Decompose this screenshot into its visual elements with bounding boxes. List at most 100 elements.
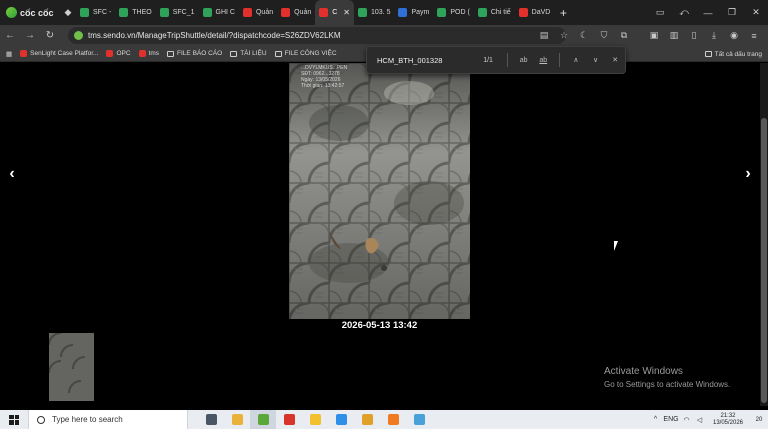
clock[interactable]: 21:32 13/05/2026 xyxy=(706,413,750,427)
find-previous-icon[interactable]: ∧ xyxy=(566,56,586,64)
back-icon[interactable]: ← xyxy=(0,30,20,41)
all-bookmarks[interactable]: Tất cả dấu trang xyxy=(704,46,762,62)
apps-grid-icon[interactable]: ▦ xyxy=(6,50,12,58)
reader-mode-icon[interactable]: ▤ xyxy=(534,30,554,41)
taskbar-app-coccoc[interactable] xyxy=(250,410,276,429)
firefox-icon xyxy=(387,414,399,425)
tab-1[interactable]: THEO xyxy=(115,0,155,25)
dark-mode-icon[interactable]: ☾ xyxy=(574,30,594,41)
shield-icon[interactable]: ⛉ xyxy=(594,30,614,41)
vertical-scrollbar[interactable] xyxy=(760,63,768,406)
site-info-icon[interactable] xyxy=(74,31,83,40)
bookmark-label: FILE BÁO CÁO xyxy=(177,50,223,57)
bookmark-3[interactable]: FILE BÁO CÁO xyxy=(167,50,222,57)
toolbar-actions: ▤ ☆ ☾ ⛉ ⧉ ▣ ▥ ▯ ⤓ ◉ ≡ xyxy=(534,25,764,46)
tabs: SFC - THEO SFC_1 GHI C Quản Quản C ✕ 103. 5 Paym P… xyxy=(76,0,554,25)
tab-search-icon[interactable]: ◆ xyxy=(60,0,76,25)
bookmark-1[interactable]: OPC xyxy=(106,50,131,57)
prev-image-icon[interactable]: ‹ xyxy=(2,164,22,184)
back-to-tabs-icon[interactable]: ⤺ xyxy=(672,7,696,18)
windows-logo-icon xyxy=(9,414,19,425)
image-viewer: ‹ › ...DVYLMKUS...PEN SĐT: 0962...3278 N… xyxy=(0,63,768,406)
taskbar-app-task-view[interactable] xyxy=(198,410,224,429)
find-count: 1/1 xyxy=(483,56,493,64)
tab-0[interactable]: SFC - xyxy=(76,0,115,25)
find-next-icon[interactable]: ∨ xyxy=(586,56,606,64)
profile-icon[interactable]: ◉ xyxy=(724,30,744,41)
close-window-icon[interactable]: ✕ xyxy=(744,7,768,18)
whole-word-toggle[interactable]: ab xyxy=(533,57,553,64)
tab-11[interactable]: DaVD xyxy=(515,0,555,25)
tab-7[interactable]: 103. 5 xyxy=(354,0,394,25)
tab-favicon-icon xyxy=(119,8,129,17)
chrome-icon xyxy=(361,414,373,425)
find-input[interactable]: HCM_BTH_001328 xyxy=(377,56,475,65)
split-view-icon[interactable]: ▯ xyxy=(684,30,704,41)
taskbar-app-zalo[interactable] xyxy=(328,410,354,429)
match-case-toggle[interactable]: ab xyxy=(514,57,534,64)
tab-label: SFC_1 xyxy=(172,9,195,16)
tab-favicon-icon xyxy=(242,8,252,17)
taskbar-search[interactable]: Type here to search xyxy=(28,410,188,429)
taskbar-app-chrome[interactable] xyxy=(354,410,380,429)
minimize-icon[interactable]: — xyxy=(696,8,720,18)
coccoc-logo-icon xyxy=(6,7,17,18)
bookmark-5[interactable]: FILE CÔNG VIỆC xyxy=(274,50,337,57)
bookmark-favicon-icon xyxy=(106,50,114,57)
tab-10[interactable]: Chi tiế xyxy=(474,0,515,25)
taskbar-app-firefox[interactable] xyxy=(380,410,406,429)
tab-9[interactable]: POD ( xyxy=(433,0,473,25)
tab-favicon-icon xyxy=(358,8,367,17)
tab-4[interactable]: Quản xyxy=(239,0,277,25)
translate-icon[interactable]: ▥ xyxy=(664,30,684,41)
tab-favicon-icon xyxy=(518,8,528,17)
volume-icon[interactable]: ◁ xyxy=(693,416,706,424)
tab-favicon-icon xyxy=(281,8,291,17)
next-image-icon[interactable]: › xyxy=(738,164,758,184)
tab-6[interactable]: C ✕ xyxy=(315,0,354,25)
address-bar[interactable]: tms.sendo.vn/ManageTripShuttle/detail/?d… xyxy=(68,27,566,44)
clock-time: 21:32 xyxy=(720,412,736,419)
tab-favicon-icon xyxy=(398,8,408,17)
tab-3[interactable]: GHI C xyxy=(199,0,239,25)
close-tab-icon[interactable]: ✕ xyxy=(343,8,350,17)
tray-overflow-icon[interactable]: ^ xyxy=(649,416,662,423)
coccoc-extension-icon[interactable]: ▣ xyxy=(644,30,664,41)
find-close-icon[interactable]: ✕ xyxy=(605,56,625,64)
scrollbar-thumb[interactable] xyxy=(761,118,767,403)
tab-8[interactable]: Paym xyxy=(394,0,433,25)
tab-favicon-icon xyxy=(437,8,447,17)
taskbar-app-notepad[interactable] xyxy=(406,410,432,429)
tab-5[interactable]: Quản xyxy=(277,0,315,25)
extensions-icon[interactable]: ⧉ xyxy=(614,30,634,41)
download-icon[interactable]: ⤓ xyxy=(704,30,724,41)
forward-icon[interactable]: → xyxy=(20,30,40,41)
folder-icon xyxy=(230,50,238,57)
language-indicator[interactable]: ENG xyxy=(662,416,680,423)
pinned-apps xyxy=(198,410,432,429)
start-button[interactable] xyxy=(0,410,28,429)
reload-icon[interactable]: ↻ xyxy=(40,30,60,41)
zalo-icon xyxy=(335,414,347,425)
brand-text: cốc cốc xyxy=(20,7,54,18)
tab-label: Chi tiế xyxy=(490,9,511,16)
restore-icon[interactable]: ❐ xyxy=(720,7,744,18)
menu-icon[interactable]: ≡ xyxy=(744,31,764,41)
bookmark-2[interactable]: tms xyxy=(138,50,159,57)
bookmark-4[interactable]: TÀI LIỆU xyxy=(230,50,267,57)
screenshot-icon[interactable]: ▭ xyxy=(648,7,672,18)
bookmark-0[interactable]: SenLight Case Platfor... xyxy=(20,50,98,57)
tab-favicon-icon xyxy=(477,8,487,17)
network-icon[interactable]: ◠ xyxy=(680,416,693,424)
new-tab-icon[interactable]: + xyxy=(554,6,572,20)
all-bookmarks-label: Tất cả dấu trang xyxy=(714,50,762,58)
taskbar-app-file-explorer[interactable] xyxy=(224,410,250,429)
bookmark-star-icon[interactable]: ☆ xyxy=(554,30,574,41)
taskbar-search-placeholder: Type here to search xyxy=(52,415,123,424)
tab-2[interactable]: SFC_1 xyxy=(156,0,199,25)
taskbar-app-sticky-notes[interactable] xyxy=(302,410,328,429)
notifications-badge[interactable]: 20 xyxy=(750,417,768,423)
thumbnail[interactable] xyxy=(49,333,94,401)
browser-brand[interactable]: cốc cốc xyxy=(0,0,60,25)
taskbar-app-wps-office[interactable] xyxy=(276,410,302,429)
